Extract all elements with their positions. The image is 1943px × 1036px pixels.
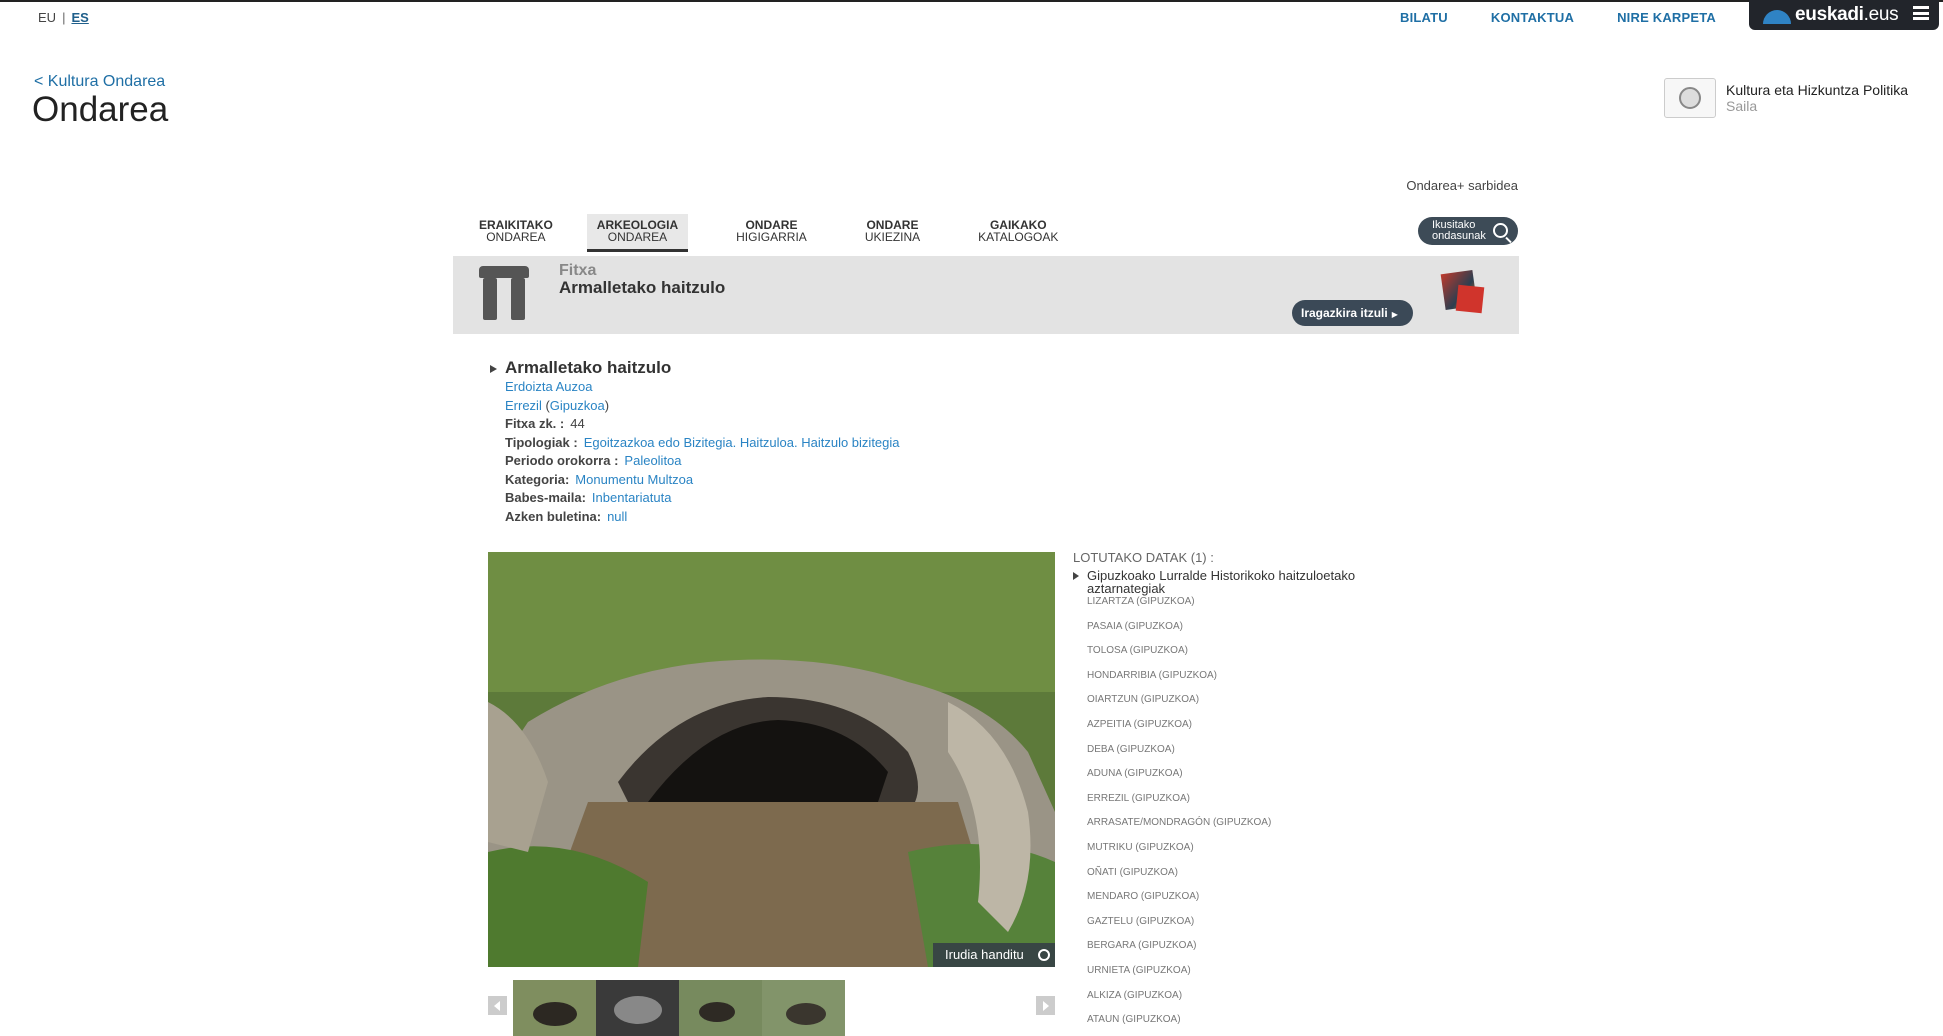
- detail-row-tipologiak: Tipologiak : Egoitzazkoa edo Bizitegia. H…: [505, 434, 900, 450]
- department-name: Kultura eta Hizkuntza Politika Saila: [1725, 82, 1909, 114]
- detail-row-periodo: Periodo orokorra : Paleolitoa: [505, 453, 682, 468]
- department[interactable]: Kultura eta Hizkuntza Politika Saila: [1664, 78, 1943, 118]
- tab-ondare-higigarria[interactable]: ONDARE HIGIGARRIA: [726, 214, 817, 252]
- lang-separator: |: [62, 10, 66, 25]
- thumbnail-3[interactable]: [679, 980, 762, 1036]
- related-data: LOTUTAKO DATAK (1) : Gipuzkoako Lurralde…: [1073, 550, 1373, 1036]
- page-title: Ondarea: [32, 90, 169, 129]
- search-icon: [1493, 223, 1508, 238]
- thumbnail-4[interactable]: [762, 980, 845, 1036]
- viewed-items-button[interactable]: Ikusitako ondasunak: [1418, 217, 1518, 245]
- prev-arrow-icon[interactable]: [488, 996, 507, 1015]
- location-item[interactable]: OÑATI (GIPUZKOA): [1087, 866, 1373, 891]
- neighborhood-link[interactable]: Erdoizta Auzoa: [505, 378, 900, 397]
- next-arrow-icon[interactable]: [1036, 996, 1055, 1015]
- location-item[interactable]: ALKIZA (GIPUZKOA): [1087, 989, 1373, 1014]
- brand-name: euskadi.eus: [1795, 4, 1899, 25]
- nav-nire-karpeta[interactable]: NIRE KARPETA: [1617, 10, 1716, 25]
- cave-photo[interactable]: Irudia handitu: [488, 552, 1055, 967]
- location-item[interactable]: ADUNA (GIPUZKOA): [1087, 767, 1373, 792]
- kategoria-link[interactable]: Monumentu Multzoa: [575, 472, 693, 487]
- location-list: LIZARTZA (GIPUZKOA) PASAIA (GIPUZKOA) TOLO…: [1073, 595, 1373, 1036]
- detail-row-azken-buletina: Azken buletina: null: [505, 508, 628, 524]
- lang-eu[interactable]: EU: [38, 10, 56, 25]
- tipologiak-link[interactable]: Egoitzazkoa edo Bizitegia. Haitzuloa. Ha…: [584, 435, 900, 450]
- location-item[interactable]: BERGARA (GIPUZKOA): [1087, 939, 1373, 964]
- detail-row-babes-maila: Babes-maila: Inbentariatuta: [505, 490, 672, 505]
- location-item[interactable]: HONDARRIBIA (GIPUZKOA): [1087, 669, 1373, 694]
- babes-maila-link[interactable]: Inbentariatuta: [592, 490, 672, 505]
- location-item[interactable]: LIZARTZA (GIPUZKOA): [1087, 595, 1373, 620]
- top-nav: BILATU KONTAKTUA NIRE KARPETA: [1400, 10, 1716, 25]
- euskadi-brand[interactable]: euskadi.eus: [1749, 0, 1939, 30]
- detail-title: Armalletako haitzulo: [490, 358, 900, 378]
- menu-icon[interactable]: [1913, 6, 1929, 20]
- dolmen-icon: [479, 266, 529, 320]
- detail-row-fitxa: Fitxa zk. :44: [505, 416, 585, 431]
- back-to-filter-button[interactable]: Iragazkira itzuli: [1292, 300, 1413, 326]
- tab-ondare-ukiezina[interactable]: ONDARE UKIEZINA: [855, 214, 930, 252]
- town-link[interactable]: Errezil: [505, 398, 542, 413]
- zoom-image-button[interactable]: Irudia handitu: [933, 943, 1055, 967]
- thumbnail-1[interactable]: [513, 980, 596, 1036]
- location-item[interactable]: MUTRIKU (GIPUZKOA): [1087, 841, 1373, 866]
- thumbnail-2[interactable]: [596, 980, 679, 1036]
- government-seal-icon: [1664, 78, 1716, 118]
- tab-arkeologia-ondarea[interactable]: ARKEOLOGIA ONDAREA: [586, 214, 689, 252]
- lang-es[interactable]: ES: [71, 10, 88, 25]
- nav-bilatu[interactable]: BILATU: [1400, 10, 1448, 25]
- record-banner: Fitxa Armalletako haitzulo Iragazkira it…: [453, 256, 1519, 334]
- province-link[interactable]: Gipuzkoa: [550, 398, 605, 413]
- thumbnail-strip: [488, 980, 1055, 1036]
- location-item[interactable]: PASAIA (GIPUZKOA): [1087, 620, 1373, 645]
- euskadi-logo-icon: [1763, 10, 1791, 24]
- location-item[interactable]: GAZTELU (GIPUZKOA): [1087, 915, 1373, 940]
- publication-thumbnail[interactable]: [1439, 268, 1487, 316]
- top-border: [0, 0, 1943, 2]
- buletina-link[interactable]: null: [607, 509, 627, 524]
- tab-gaikako-katalogoak[interactable]: GAIKAKO KATALOGOAK: [968, 214, 1068, 252]
- location-item[interactable]: ARRASATE/MONDRAGÓN (GIPUZKOA): [1087, 816, 1373, 841]
- periodo-link[interactable]: Paleolitoa: [624, 453, 681, 468]
- record-details: Armalletako haitzulo Erdoizta Auzoa Erre…: [490, 358, 900, 526]
- nav-kontaktua[interactable]: KONTAKTUA: [1491, 10, 1574, 25]
- record-name: Armalletako haitzulo: [559, 278, 726, 297]
- breadcrumb-back-link[interactable]: < Kultura Ondarea: [34, 73, 165, 91]
- related-group[interactable]: Gipuzkoako Lurralde Historikoko haitzulo…: [1073, 569, 1373, 595]
- location-item[interactable]: ERREZIL (GIPUZKOA): [1087, 792, 1373, 817]
- location-item[interactable]: TOLOSA (GIPUZKOA): [1087, 644, 1373, 669]
- ondarea-plus-link[interactable]: Ondarea+ sarbidea: [1400, 178, 1518, 193]
- language-switch: EU | ES: [38, 10, 89, 25]
- location-item[interactable]: OIARTZUN (GIPUZKOA): [1087, 693, 1373, 718]
- category-tabs: ERAIKITAKO ONDAREA ARKEOLOGIA ONDAREA ONDA…: [469, 214, 1068, 252]
- town-row: Errezil (Gipuzkoa): [505, 397, 610, 413]
- location-item[interactable]: MENDARO (GIPUZKOA): [1087, 890, 1373, 915]
- location-item[interactable]: AZPEITIA (GIPUZKOA): [1087, 718, 1373, 743]
- zoom-icon: [1038, 949, 1050, 961]
- location-item[interactable]: ATAUN (GIPUZKOA): [1087, 1013, 1373, 1036]
- detail-row-kategoria: Kategoria: Monumentu Multzoa: [505, 471, 694, 487]
- tab-eraikitako-ondarea[interactable]: ERAIKITAKO ONDAREA: [469, 214, 563, 252]
- location-item[interactable]: URNIETA (GIPUZKOA): [1087, 964, 1373, 989]
- location-item[interactable]: DEBA (GIPUZKOA): [1087, 743, 1373, 768]
- related-heading: LOTUTAKO DATAK (1) :: [1073, 550, 1214, 565]
